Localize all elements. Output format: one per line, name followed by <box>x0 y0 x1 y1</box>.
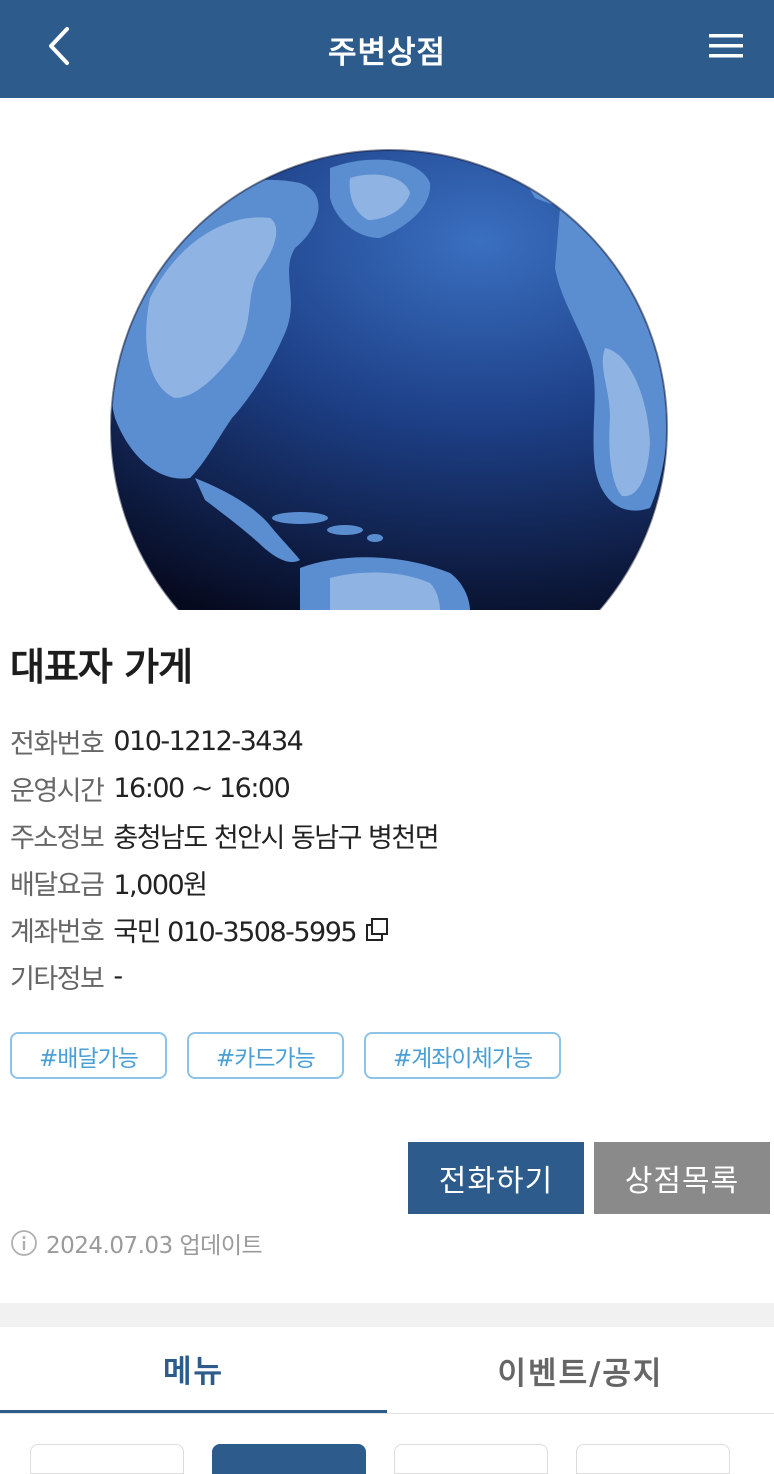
menu-category-chip[interactable] <box>576 1444 730 1474</box>
info-value: 010-1212-3434 <box>113 726 303 757</box>
copy-icon[interactable] <box>364 917 390 943</box>
info-value: 충청남도 천안시 동남구 병천면 <box>113 823 439 854</box>
menu-category-chip[interactable] <box>394 1444 548 1474</box>
info-row-delivery-fee: 배달요금 1,000원 <box>10 859 438 906</box>
info-row-etc: 기타정보 - <box>10 953 438 1000</box>
menu-button[interactable] <box>706 26 746 66</box>
info-label: 주소정보 <box>10 823 105 854</box>
tab-bar: 메뉴 이벤트/공지 <box>0 1327 774 1414</box>
store-image <box>0 98 774 610</box>
tab-events[interactable]: 이벤트/공지 <box>387 1327 774 1413</box>
tag-transfer: #계좌이체가능 <box>363 1032 562 1079</box>
update-text: 2024.07.03 업데이트 <box>46 1233 263 1259</box>
menu-category-chip[interactable] <box>30 1444 184 1474</box>
store-info-list: 전화번호 010-1212-3434 운영시간 16:00 ~ 16:00 주소… <box>10 718 440 1000</box>
store-list-button[interactable]: 상점목록 <box>594 1142 770 1214</box>
tag-card: #카드가능 <box>186 1032 344 1079</box>
info-value: - <box>113 961 123 992</box>
info-value: 16:00 ~ 16:00 <box>113 773 290 804</box>
info-value: 국민 010-3508-5995 <box>113 917 357 948</box>
menu-category-chip[interactable] <box>212 1444 366 1474</box>
info-row-account: 계좌번호 국민 010-3508-5995 <box>10 906 438 953</box>
store-name: 대표자 가게 <box>10 645 193 689</box>
info-value: 1,000원 <box>113 870 208 901</box>
chevron-left-icon <box>49 27 69 65</box>
info-circle-icon <box>11 1230 37 1256</box>
back-button[interactable] <box>38 22 78 70</box>
section-divider <box>0 1303 774 1327</box>
update-info: 2024.07.03 업데이트 <box>10 1226 263 1260</box>
app-header: 주변상점 <box>0 0 774 98</box>
menu-category-list <box>30 1444 730 1474</box>
call-button[interactable]: 전화하기 <box>408 1142 584 1214</box>
info-row-phone: 전화번호 010-1212-3434 <box>10 718 438 765</box>
info-row-address: 주소정보 충청남도 천안시 동남구 병천면 <box>10 812 440 859</box>
tag-list: #배달가능 #카드가능 #계좌이체가능 <box>10 1032 562 1079</box>
tag-delivery: #배달가능 <box>10 1032 167 1079</box>
info-label: 계좌번호 <box>10 917 105 948</box>
tab-menu[interactable]: 메뉴 <box>0 1327 387 1413</box>
info-label: 운영시간 <box>10 776 105 807</box>
hamburger-menu-icon <box>709 34 743 58</box>
info-label: 배달요금 <box>10 870 105 901</box>
info-label: 전화번호 <box>10 729 105 760</box>
globe-icon <box>110 149 668 610</box>
info-row-hours: 운영시간 16:00 ~ 16:00 <box>10 765 438 812</box>
page-title: 주변상점 <box>327 34 447 71</box>
info-label: 기타정보 <box>10 964 105 995</box>
